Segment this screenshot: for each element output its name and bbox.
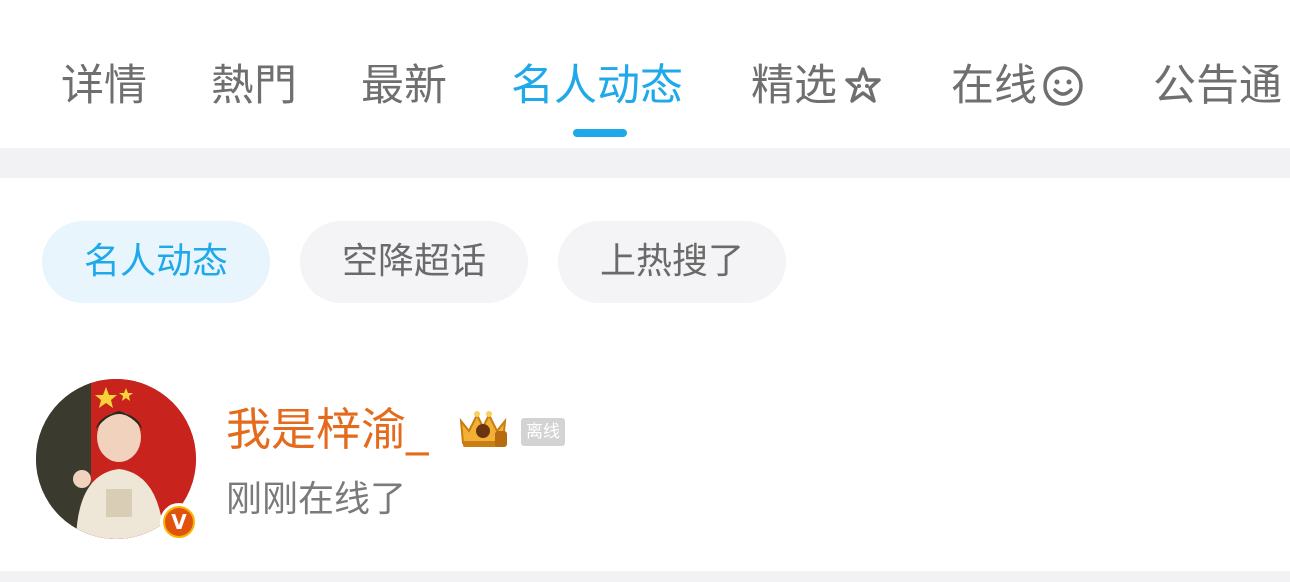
tab-label: 名人动态 (511, 61, 683, 111)
tab-online[interactable]: 在线 (951, 56, 1085, 116)
chip-airdrop-supertopic[interactable]: 空降超话 (300, 221, 528, 303)
tab-hot[interactable]: 熱門 (211, 56, 297, 116)
tab-label: 公告通 (1153, 61, 1282, 111)
verified-badge: V (160, 503, 198, 541)
chip-label: 空降超话 (341, 241, 486, 282)
tab-featured[interactable]: 精选 (751, 56, 885, 116)
activity-text: 刚刚在线了 (226, 479, 407, 520)
smile-face-icon (1041, 64, 1085, 108)
verified-badge-letter: V (165, 508, 193, 536)
tab-label: 最新 (361, 61, 447, 111)
username[interactable]: 我是梓渝_ (226, 399, 429, 461)
tab-celebrity-updates[interactable]: 名人动态 (511, 56, 683, 116)
tab-label: 在线 (951, 61, 1037, 111)
chip-celebrity-updates[interactable]: 名人动态 (42, 221, 270, 303)
bottom-divider (0, 571, 1290, 582)
tab-label: 详情 (61, 61, 147, 111)
chip-label: 上热搜了 (599, 241, 744, 282)
status-badge: 离线 (521, 418, 565, 446)
vip-crown-icon (455, 405, 511, 451)
star-sparkle-icon (841, 64, 885, 108)
page: 详情 熱門 最新 名人动态 精选 在线 公告通 名人动态 空降超话 上热搜了 V… (0, 0, 1290, 582)
active-tab-indicator (573, 129, 627, 137)
chip-trending[interactable]: 上热搜了 (558, 221, 786, 303)
tab-latest[interactable]: 最新 (361, 56, 447, 116)
section-divider (0, 148, 1290, 178)
chip-label: 名人动态 (83, 241, 228, 282)
top-tab-bar: 详情 熱門 最新 名人动态 精选 在线 公告通 (0, 0, 1290, 148)
tab-announcements[interactable]: 公告通 (1153, 56, 1282, 116)
user-avatar[interactable]: V (36, 379, 198, 541)
tab-label: 精选 (751, 61, 837, 111)
tab-label: 熱門 (211, 61, 297, 111)
tab-details[interactable]: 详情 (61, 56, 147, 116)
